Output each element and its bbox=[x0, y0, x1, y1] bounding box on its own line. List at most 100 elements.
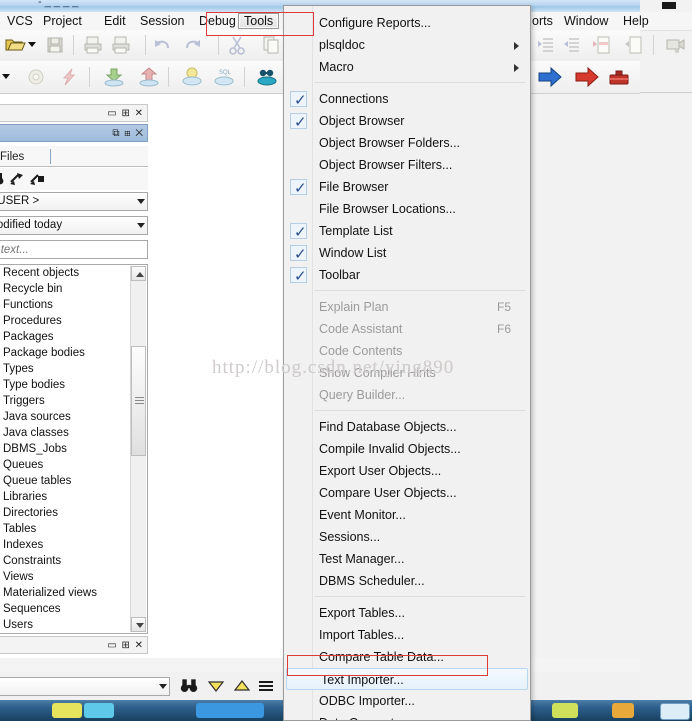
tree-item-label: Materialized views bbox=[3, 587, 97, 599]
lock-icon[interactable] bbox=[28, 170, 46, 188]
tree-item[interactable]: Java classes bbox=[0, 425, 147, 441]
menu-separator bbox=[314, 596, 526, 597]
tree-item[interactable]: Triggers bbox=[0, 393, 147, 409]
search-input[interactable] bbox=[0, 240, 148, 259]
session-dropdown-arrow-icon[interactable] bbox=[0, 70, 12, 82]
binoculars-icon[interactable] bbox=[0, 170, 5, 188]
tree-item[interactable]: Java sources bbox=[0, 409, 147, 425]
menu-vcs[interactable]: VCS bbox=[2, 13, 38, 29]
menu-item-odbc-importer[interactable]: ODBC Importer... bbox=[285, 690, 529, 712]
tree-item[interactable]: Queues bbox=[0, 457, 147, 473]
tree-scrollbar[interactable] bbox=[130, 266, 146, 632]
scroll-thumb[interactable] bbox=[131, 346, 146, 456]
menu-item-toolbar[interactable]: ✓ Toolbar bbox=[285, 264, 529, 286]
user-select[interactable]: RENT USER > bbox=[0, 192, 148, 211]
scroll-up-button[interactable] bbox=[131, 266, 146, 281]
menu-item-compare-user-objects[interactable]: Compare User Objects... bbox=[285, 482, 529, 504]
maximize-icon[interactable] bbox=[662, 2, 676, 9]
tree-item[interactable]: Materialized views bbox=[0, 585, 147, 601]
tree-item[interactable]: Types bbox=[0, 361, 147, 377]
menu-item-export-tables[interactable]: Export Tables... bbox=[285, 602, 529, 624]
filter-down-icon[interactable] bbox=[206, 676, 226, 696]
red-arrow-icon[interactable] bbox=[574, 65, 600, 89]
open-folder-icon[interactable] bbox=[4, 34, 26, 56]
tree-item[interactable]: Type bodies bbox=[0, 377, 147, 393]
menu-item-label: ODBC Importer... bbox=[319, 694, 415, 708]
tree-item[interactable]: Procedures bbox=[0, 313, 147, 329]
panel-objects-buttons[interactable]: ⧉ ⊞ ✕ bbox=[112, 125, 144, 143]
menu-item-find-database-objects[interactable]: Find Database Objects... bbox=[285, 416, 529, 438]
menu-item-object-browser-folders[interactable]: Object Browser Folders... bbox=[285, 132, 529, 154]
taskbar-item-7[interactable] bbox=[612, 703, 634, 718]
menu-reports[interactable]: orts bbox=[527, 13, 558, 29]
tree-item[interactable]: Recycle bin bbox=[0, 281, 147, 297]
panel-header-objects[interactable]: ts ⧉ ⊞ ✕ bbox=[0, 124, 148, 142]
refresh-icon[interactable] bbox=[8, 170, 26, 188]
tree-item[interactable]: Functions bbox=[0, 297, 147, 313]
menu-item-test-manager[interactable]: Test Manager... bbox=[285, 548, 529, 570]
menu-item-file-browser[interactable]: ✓ File Browser bbox=[285, 176, 529, 198]
tree-item[interactable]: Recent objects bbox=[0, 265, 147, 281]
menu-item-connections[interactable]: ✓ Connections bbox=[285, 88, 529, 110]
tree-item[interactable]: Libraries bbox=[0, 489, 147, 505]
menu-item-compare-table-data[interactable]: Compare Table Data... bbox=[285, 646, 529, 668]
menu-item-compile-invalid-objects[interactable]: Compile Invalid Objects... bbox=[285, 438, 529, 460]
taskbar-item-1[interactable] bbox=[52, 703, 82, 718]
menu-item-macro[interactable]: Macro bbox=[285, 56, 529, 78]
panel-header-connections[interactable]: ections ▭ ⊞ ✕ bbox=[0, 104, 148, 122]
menu-item-data-generator[interactable]: Data Generator... bbox=[285, 712, 529, 720]
tree-item[interactable]: Constraints bbox=[0, 553, 147, 569]
tree-item[interactable]: Sequences bbox=[0, 601, 147, 617]
menu-edit[interactable]: Edit bbox=[99, 13, 131, 29]
tree-item[interactable]: Queue tables bbox=[0, 473, 147, 489]
tree-item[interactable]: Package bodies bbox=[0, 345, 147, 361]
taskbar-item-8[interactable] bbox=[660, 703, 690, 720]
menu-project[interactable]: Project bbox=[38, 13, 87, 29]
tree-item[interactable]: Users bbox=[0, 617, 147, 633]
grid-icon[interactable] bbox=[256, 676, 276, 696]
menu-help[interactable]: Help bbox=[618, 13, 654, 29]
taskbar-item-2[interactable] bbox=[84, 703, 114, 718]
open-dropdown-arrow-icon[interactable] bbox=[26, 38, 38, 50]
tree-item[interactable]: DBMS_Jobs bbox=[0, 441, 147, 457]
panel-connections-buttons[interactable]: ▭ ⊞ ✕ bbox=[107, 105, 144, 123]
taskbar-item-6[interactable] bbox=[552, 703, 578, 718]
menu-separator bbox=[314, 410, 526, 411]
menu-item-import-tables[interactable]: Import Tables... bbox=[285, 624, 529, 646]
taskbar-item-3[interactable] bbox=[196, 703, 264, 718]
menu-item-label: Explain Plan bbox=[319, 300, 389, 314]
menu-item-configure-reports[interactable]: Configure Reports... bbox=[285, 12, 529, 34]
menu-item-export-user-objects[interactable]: Export User Objects... bbox=[285, 460, 529, 482]
tree-item[interactable]: Indexes bbox=[0, 537, 147, 553]
object-tree[interactable]: Recent objects Recycle bin Functions Proced… bbox=[0, 264, 148, 634]
tree-item[interactable]: Views bbox=[0, 569, 147, 585]
filter-select[interactable]: ects modified today bbox=[0, 216, 148, 235]
binoculars-icon[interactable] bbox=[179, 676, 199, 696]
menu-tools[interactable]: Tools bbox=[238, 13, 280, 29]
menu-window[interactable]: Window bbox=[559, 13, 613, 29]
blue-arrow-icon[interactable] bbox=[537, 65, 563, 89]
menu-item-dbms-scheduler[interactable]: DBMS Scheduler... bbox=[285, 570, 529, 592]
toolbox-icon[interactable] bbox=[608, 66, 630, 88]
tree-item[interactable]: Packages bbox=[0, 329, 147, 345]
menu-item-window-list[interactable]: ✓ Window List bbox=[285, 242, 529, 264]
menu-debug[interactable]: Debug bbox=[194, 13, 241, 29]
menu-item-text-importer[interactable]: Text Importer... bbox=[286, 668, 528, 690]
menu-session[interactable]: Session bbox=[135, 13, 189, 29]
filter-up-icon[interactable] bbox=[232, 676, 252, 696]
menu-item-event-monitor[interactable]: Event Monitor... bbox=[285, 504, 529, 526]
menu-item-object-browser-filters[interactable]: Object Browser Filters... bbox=[285, 154, 529, 176]
tab-files[interactable]: Files bbox=[0, 148, 30, 166]
panel-header-window-list[interactable]: w list ▭ ⊞ ✕ bbox=[0, 636, 148, 654]
tree-item[interactable]: Tables bbox=[0, 521, 147, 537]
menu-item-file-browser-locations[interactable]: File Browser Locations... bbox=[285, 198, 529, 220]
menu-item-object-browser[interactable]: ✓ Object Browser bbox=[285, 110, 529, 132]
scroll-down-button[interactable] bbox=[131, 617, 146, 632]
menu-item-template-list[interactable]: ✓ Template List bbox=[285, 220, 529, 242]
tree-item[interactable]: Directories bbox=[0, 505, 147, 521]
panel-window-list-buttons[interactable]: ▭ ⊞ ✕ bbox=[107, 637, 144, 655]
menu-item-sessions[interactable]: Sessions... bbox=[285, 526, 529, 548]
bottom-combo[interactable] bbox=[0, 677, 170, 696]
menu-item-plsqldoc[interactable]: plsqldoc bbox=[285, 34, 529, 56]
db-browse-icon[interactable] bbox=[256, 66, 278, 88]
